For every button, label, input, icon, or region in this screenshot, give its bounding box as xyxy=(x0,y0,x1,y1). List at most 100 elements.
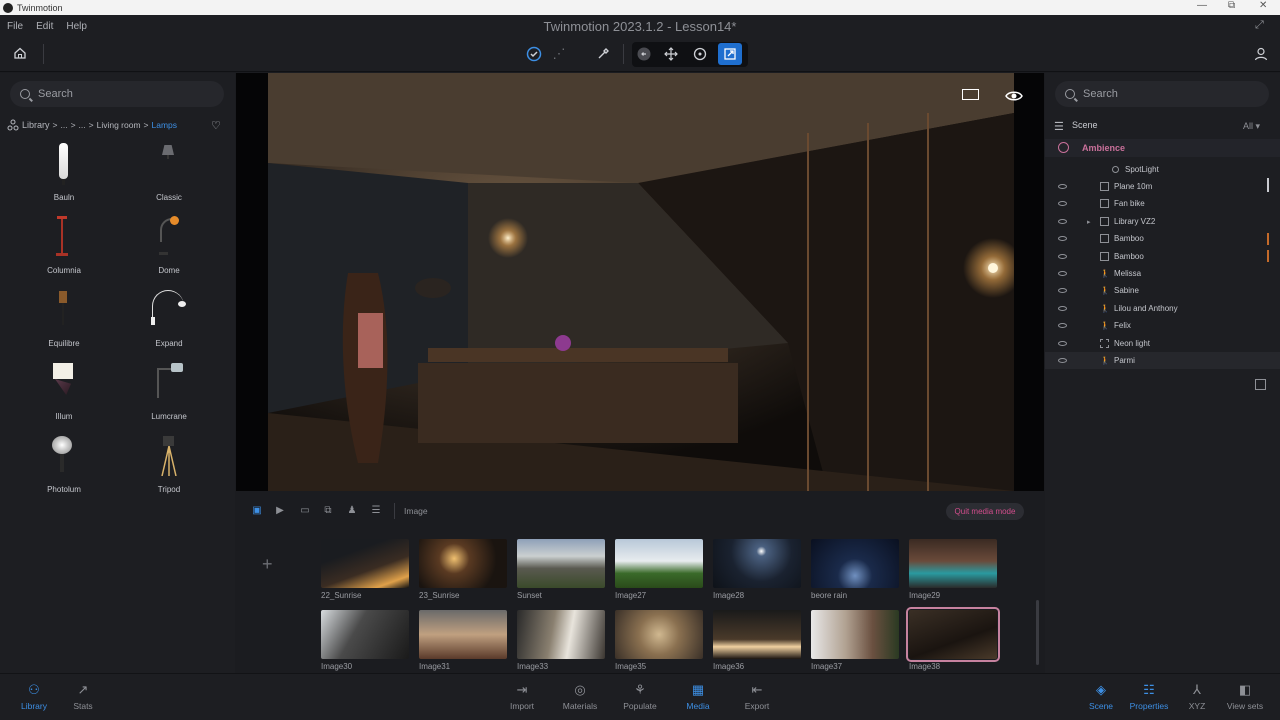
viewport[interactable] xyxy=(236,73,1044,491)
eye-icon[interactable] xyxy=(1058,219,1067,224)
eye-icon[interactable] xyxy=(1058,184,1067,189)
panorama-mode-icon[interactable]: ▭ xyxy=(298,505,312,517)
image-mode-icon[interactable]: ▣ xyxy=(250,505,264,517)
menu-help[interactable]: Help xyxy=(66,21,87,32)
menu-edit[interactable]: Edit xyxy=(36,21,53,32)
favorite-heart-icon[interactable]: ♡ xyxy=(211,119,221,132)
tab-export[interactable]: ⇤ Export xyxy=(727,682,787,711)
select-check-icon[interactable] xyxy=(522,45,546,63)
view-sets-icon: ◧ xyxy=(1238,682,1252,697)
media-tile[interactable]: Image37 xyxy=(811,610,899,671)
media-tile[interactable]: Image28 xyxy=(713,539,801,600)
media-tile[interactable]: Image29 xyxy=(909,539,997,600)
eye-icon[interactable] xyxy=(1058,254,1067,259)
media-tile[interactable]: Image36 xyxy=(713,610,801,671)
menu-file[interactable]: File xyxy=(7,21,23,32)
move-icon[interactable] xyxy=(659,45,683,63)
scene-row[interactable]: Fan bike xyxy=(1045,195,1280,212)
library-item-photolum[interactable]: Photolum xyxy=(19,433,109,494)
media-tile[interactable]: Sunset xyxy=(517,539,605,600)
frame-icon[interactable] xyxy=(962,89,979,100)
media-tile[interactable]: Image31 xyxy=(419,610,507,671)
character-icon: 🚶 xyxy=(1100,269,1110,278)
scene-row[interactable]: Neon light xyxy=(1045,335,1280,352)
presentation-mode-icon[interactable]: ⧉ xyxy=(321,505,335,517)
library-item-dome[interactable]: Dome xyxy=(124,214,214,275)
media-tile[interactable]: Image30 xyxy=(321,610,409,671)
media-tile[interactable]: 23_Sunrise xyxy=(419,539,507,600)
app-title: Twinmotion 2023.1.2 - Lesson14* xyxy=(543,18,737,34)
expand-arrow-icon[interactable]: ▸ xyxy=(1087,218,1091,226)
breadcrumb-ellipsis-1[interactable]: ... xyxy=(60,120,67,130)
scene-row[interactable]: ▸ Library VZ2 xyxy=(1045,213,1280,230)
eye-icon[interactable] xyxy=(1058,358,1067,363)
grid-dots-icon[interactable]: ⋰ xyxy=(547,45,571,63)
eye-icon[interactable] xyxy=(1058,236,1067,241)
library-item-lumcrane[interactable]: Lumcrane xyxy=(124,360,214,421)
tab-stats[interactable]: ↗ Stats xyxy=(53,682,113,711)
restore-button[interactable]: ⧉ xyxy=(1228,0,1235,11)
scene-filter-dropdown[interactable]: All ▾ xyxy=(1243,121,1260,132)
rotate-icon[interactable] xyxy=(688,45,712,63)
eyedropper-icon[interactable] xyxy=(591,45,615,63)
eye-icon[interactable] xyxy=(1058,271,1067,276)
scene-row[interactable]: Bamboo xyxy=(1045,230,1280,247)
eye-icon[interactable] xyxy=(1058,306,1067,311)
tab-media[interactable]: ▦ Media xyxy=(668,682,728,711)
media-tile[interactable]: Image33 xyxy=(517,610,605,671)
home-icon[interactable] xyxy=(8,44,32,62)
gallery-scrollbar[interactable] xyxy=(1036,600,1039,665)
eye-icon[interactable] xyxy=(1058,201,1067,206)
library-item-expand[interactable]: Expand xyxy=(124,287,214,348)
eye-icon[interactable] xyxy=(1058,323,1067,328)
scene-row[interactable]: Bamboo xyxy=(1045,248,1280,265)
back-arrow-icon[interactable] xyxy=(632,45,656,63)
visibility-eye-icon[interactable] xyxy=(1005,89,1023,107)
scale-icon[interactable] xyxy=(718,45,742,63)
library-item-illum[interactable]: Illum xyxy=(19,360,109,421)
media-tile[interactable]: 22_Sunrise xyxy=(321,539,409,600)
minimize-button[interactable]: — xyxy=(1197,0,1207,11)
close-button[interactable]: ✕ xyxy=(1259,0,1267,11)
scene-row[interactable]: 🚶 Lilou and Anthony xyxy=(1045,300,1280,317)
scene-row[interactable]: 🚶 Felix xyxy=(1045,317,1280,334)
breadcrumb-ellipsis-2[interactable]: ... xyxy=(79,120,86,130)
scene-row[interactable]: 🚶 Sabine xyxy=(1045,282,1280,299)
tab-import[interactable]: ⇥ Import xyxy=(492,682,552,711)
tab-materials[interactable]: ◎ Materials xyxy=(550,682,610,711)
add-media-button[interactable]: + xyxy=(262,554,273,575)
media-tile-selected[interactable]: Image38 xyxy=(906,607,1000,671)
phasing-mode-icon[interactable]: ♟ xyxy=(345,505,359,517)
breadcrumb-living-room[interactable]: Living room xyxy=(97,120,141,130)
library-search-input[interactable]: Search xyxy=(10,81,224,107)
scene-row[interactable]: 🚶 Melissa xyxy=(1045,265,1280,282)
media-tile[interactable]: beore rain xyxy=(811,539,899,600)
scene-row-spotlight[interactable]: SpotLight xyxy=(1045,161,1280,178)
tab-view-sets[interactable]: ◧ View sets xyxy=(1215,682,1275,711)
library-item-equilibre[interactable]: Equilibre xyxy=(19,287,109,348)
stats-icon: ↗ xyxy=(77,682,89,697)
media-tile[interactable]: Image35 xyxy=(615,610,703,671)
library-item-classic[interactable]: Classic xyxy=(124,141,214,202)
breadcrumb-library[interactable]: Library xyxy=(22,120,50,130)
list-mode-icon[interactable]: ☰ xyxy=(369,505,383,517)
scene-row-selected[interactable]: 🚶 Parmi xyxy=(1045,352,1280,369)
ambience-row[interactable] xyxy=(1045,139,1280,157)
video-mode-icon[interactable]: ▶ xyxy=(273,505,287,517)
breadcrumb-lamps[interactable]: Lamps xyxy=(152,120,178,130)
tab-populate[interactable]: ⚘ Populate xyxy=(610,682,670,711)
scene-search-input[interactable]: Search xyxy=(1055,81,1269,107)
user-icon[interactable] xyxy=(1249,45,1273,63)
quit-media-mode-button[interactable]: Quit media mode xyxy=(946,503,1024,520)
media-gallery: + 22_Sunrise 23_Sunrise Sunset Image27 I… xyxy=(236,530,1044,672)
library-item-columnia[interactable]: Columnia xyxy=(19,214,109,275)
scene-row[interactable]: Plane 10m xyxy=(1045,178,1280,195)
fullscreen-icon[interactable]: ⤢ xyxy=(1255,19,1264,32)
library-item-tripod[interactable]: Tripod xyxy=(124,433,214,494)
media-tile[interactable]: Image27 xyxy=(615,539,703,600)
eye-icon[interactable] xyxy=(1058,288,1067,293)
library-item-bauln[interactable]: Bauln xyxy=(19,141,109,202)
eye-icon[interactable] xyxy=(1058,341,1067,346)
character-icon: 🚶 xyxy=(1100,304,1110,313)
panel-toggle-icon[interactable] xyxy=(1255,379,1266,390)
